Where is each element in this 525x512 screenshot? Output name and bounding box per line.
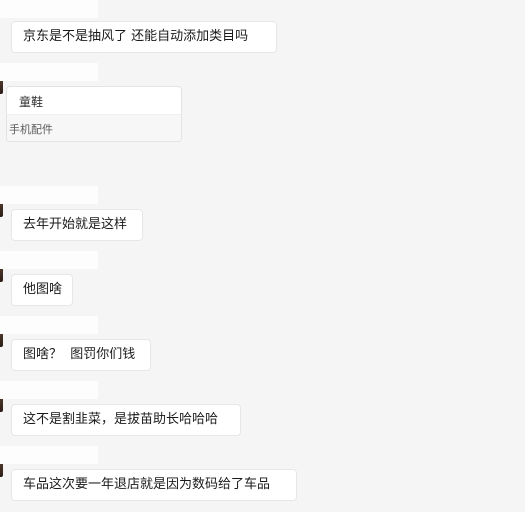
sender-name-strip — [0, 316, 98, 334]
message-text: 他图啥 — [23, 282, 63, 297]
message-bubble[interactable]: 京东是不是抽风了 还能自动添加类目吗 — [11, 21, 277, 53]
shared-card-message[interactable]: 童鞋 手机配件 — [6, 86, 182, 142]
message-text: 图啥？ 图罚你们钱 — [23, 347, 136, 362]
sender-name-strip — [0, 63, 98, 81]
message-bubble[interactable]: 图啥？ 图罚你们钱 — [11, 339, 151, 371]
message-bubble[interactable]: 去年开始就是这样 — [11, 209, 143, 241]
message-text: 京东是不是抽风了 还能自动添加类目吗 — [23, 29, 249, 44]
message-bubble[interactable]: 这不是割韭菜，是拔苗助长哈哈哈 — [11, 404, 241, 436]
card-footer: 手机配件 — [7, 114, 181, 141]
chat-history[interactable]: 京东是不是抽风了 还能自动添加类目吗 童鞋 手机配件 去年开始就是这样 他图啥 … — [0, 0, 525, 512]
sender-name-strip — [0, 0, 98, 18]
message-text: 车品这次要一年退店就是因为数码给了车品 — [23, 477, 271, 492]
sender-name-strip — [0, 446, 98, 464]
message-text: 这不是割韭菜，是拔苗助长哈哈哈 — [23, 412, 219, 427]
card-subtitle: 手机配件 — [9, 123, 53, 136]
message-bubble[interactable]: 他图啥 — [11, 274, 73, 306]
message-text: 去年开始就是这样 — [23, 217, 128, 232]
sender-name-strip — [0, 186, 98, 204]
sender-name-strip — [0, 251, 98, 269]
card-title: 童鞋 — [19, 95, 44, 109]
message-bubble[interactable]: 车品这次要一年退店就是因为数码给了车品 — [11, 469, 297, 501]
sender-name-strip — [0, 381, 98, 399]
